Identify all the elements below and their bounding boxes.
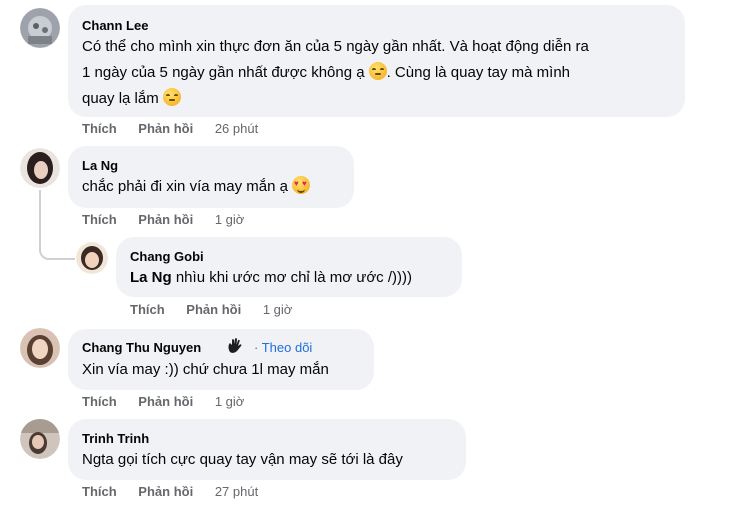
waving-hand-badge-icon[interactable]: [223, 334, 247, 358]
comment-actions: Thích Phản hồi 1 giờ: [82, 394, 244, 409]
comment-text-fragment: . Cùng là quay tay mà mình: [386, 64, 571, 81]
relieved-face-emoji: [162, 88, 181, 106]
comment-text-line: quay lạ lắm: [82, 86, 181, 112]
like-button[interactable]: Thích: [82, 212, 117, 227]
reply-bubble: Chang Gobi La Ng nhìu khi ước mơ chỉ là …: [116, 237, 462, 297]
reply-button[interactable]: Phản hồi: [138, 394, 193, 409]
comment-timestamp[interactable]: 1 giờ: [263, 302, 293, 317]
like-button[interactable]: Thích: [82, 394, 117, 409]
avatar-chang-thu-nguyen[interactable]: [20, 328, 60, 368]
comment-text-fragment: nhìu khi ước mơ chỉ là mơ ước /)))): [171, 269, 412, 286]
avatar-chang-gobi[interactable]: [76, 242, 108, 274]
comment-bubble: La Ng chắc phải đi xin vía may mắn ạ ♥ ♥: [68, 146, 354, 208]
comment-text-line: chắc phải đi xin vía may mắn ạ ♥ ♥: [82, 174, 310, 200]
reply-thread-connector: [39, 190, 75, 260]
comment-actions: Thích Phản hồi 1 giờ: [130, 302, 292, 317]
comment-text-fragment: quay lạ lắm: [82, 90, 159, 107]
reply-button[interactable]: Phản hồi: [186, 302, 241, 317]
comment-actions: Thích Phản hồi 27 phút: [82, 484, 258, 499]
comment-author[interactable]: Chann Lee: [82, 18, 148, 33]
like-button[interactable]: Thích: [130, 302, 165, 317]
comment-timestamp[interactable]: 1 giờ: [215, 212, 245, 227]
follow-separator: ·: [254, 340, 259, 355]
like-button[interactable]: Thích: [82, 484, 117, 499]
comment-text-line: Xin vía may :)) chứ chưa 1l may mắn: [82, 361, 329, 378]
comment-timestamp[interactable]: 26 phút: [215, 121, 258, 136]
comment-bubble: Chann Lee Có thể cho mình xin thực đơn ă…: [68, 5, 685, 117]
comment-author[interactable]: La Ng: [82, 158, 118, 173]
comment-text-line: Ngta gọi tích cực quay tay vận may sẽ tớ…: [82, 451, 403, 468]
comment-timestamp[interactable]: 27 phút: [215, 484, 258, 499]
avatar-trinh-trinh[interactable]: [20, 419, 60, 459]
reply-button[interactable]: Phản hồi: [138, 484, 193, 499]
comment-author[interactable]: Chang Gobi: [130, 249, 204, 264]
reply-button[interactable]: Phản hồi: [138, 212, 193, 227]
heart-eyes-emoji: ♥ ♥: [291, 176, 310, 194]
like-button[interactable]: Thích: [82, 121, 117, 136]
comment-actions: Thích Phản hồi 26 phút: [82, 121, 258, 136]
comment-actions: Thích Phản hồi 1 giờ: [82, 212, 244, 227]
avatar-la-ng[interactable]: [20, 148, 60, 188]
comment-text-fragment: chắc phải đi xin vía may mắn ạ: [82, 178, 288, 195]
comment-text-fragment: 1 ngày của 5 ngày gần nhất được không ạ: [82, 64, 365, 81]
comment-bubble: Trinh Trinh Ngta gọi tích cực quay tay v…: [68, 419, 466, 480]
comment-text-line: Có thể cho mình xin thực đơn ăn của 5 ng…: [82, 38, 589, 55]
comment-text-line: La Ng nhìu khi ước mơ chỉ là mơ ước /)))…: [130, 265, 412, 291]
reply-button[interactable]: Phản hồi: [138, 121, 193, 136]
comment-bubble: Chang Thu Nguyen · Theo dõi Xin vía may …: [68, 329, 374, 390]
comment-timestamp[interactable]: 1 giờ: [215, 394, 245, 409]
comment-author[interactable]: Trinh Trinh: [82, 431, 149, 446]
mention-link[interactable]: La Ng: [130, 269, 172, 286]
relieved-face-emoji: [368, 62, 387, 80]
comment-author[interactable]: Chang Thu Nguyen: [82, 340, 201, 355]
avatar-chann-lee[interactable]: [20, 8, 60, 48]
follow-control: · Theo dõi: [254, 340, 312, 355]
comment-text-line: 1 ngày của 5 ngày gần nhất được không ạ.…: [82, 60, 570, 86]
follow-link[interactable]: Theo dõi: [262, 340, 313, 355]
